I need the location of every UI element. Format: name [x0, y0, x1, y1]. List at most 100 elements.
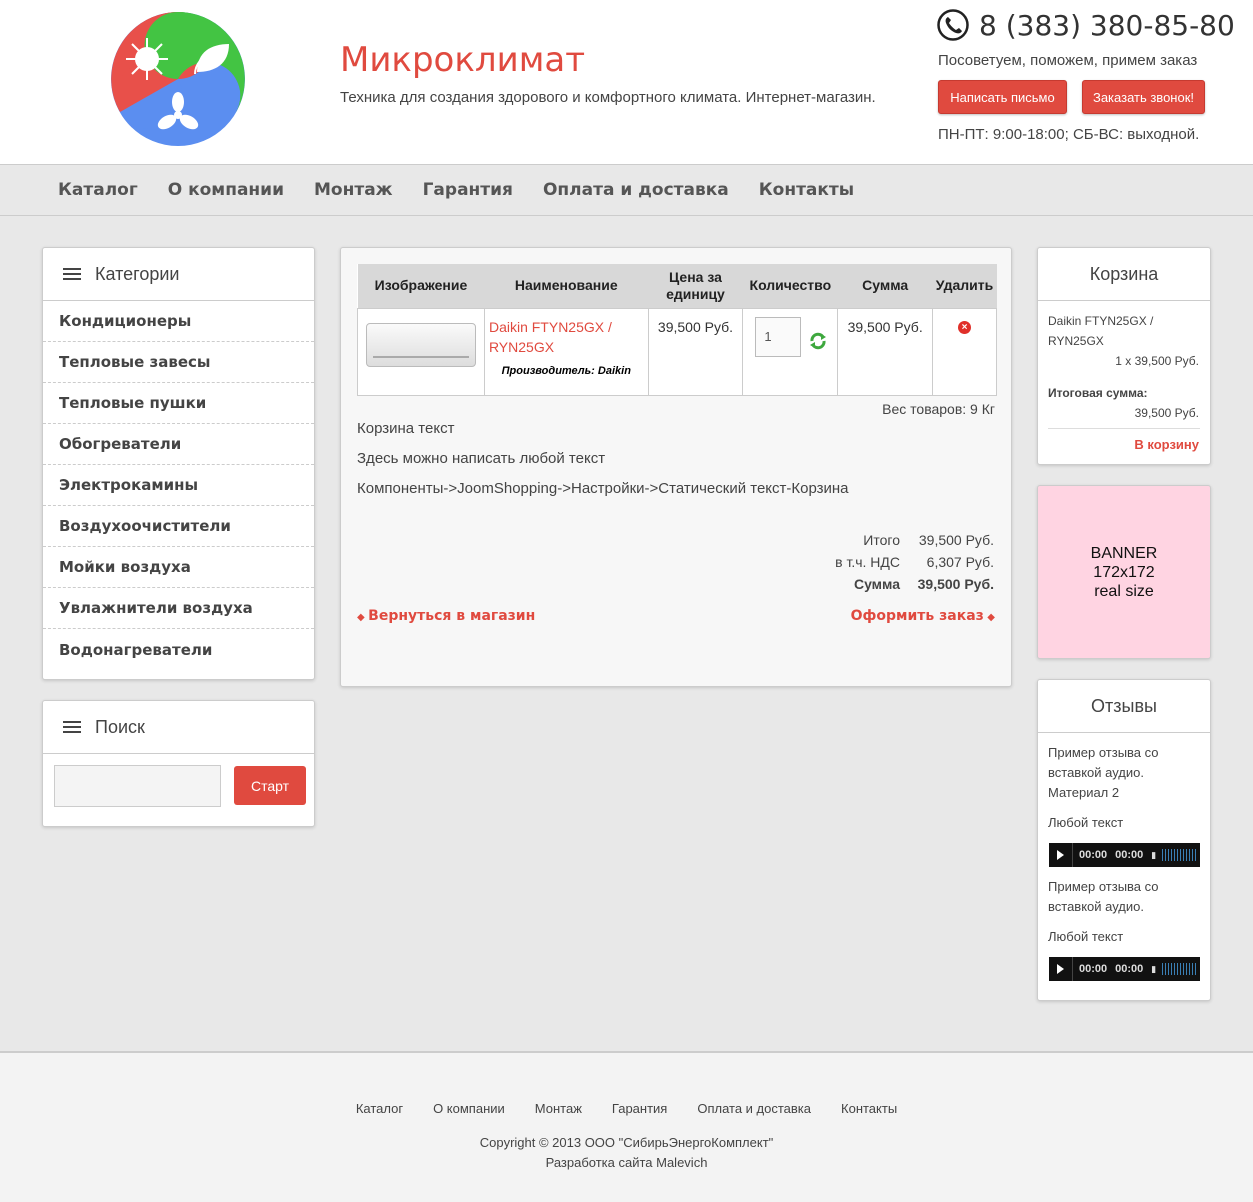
product-sum: 39,500 Руб.	[837, 307, 934, 396]
col-qty: Количество	[742, 264, 838, 308]
menu-icon	[63, 268, 81, 280]
banner-line: BANNER	[1090, 544, 1158, 562]
back-to-shop-label: Вернуться в магазин	[368, 608, 536, 624]
product-qty-cell: 1	[742, 307, 839, 396]
arrow-left-icon: ◆	[357, 612, 369, 623]
search-input[interactable]	[54, 765, 221, 807]
volume-slider[interactable]	[1162, 849, 1199, 861]
footer-nav: Каталог О компании Монтаж Гарантия Оплат…	[0, 1101, 1253, 1116]
minicart-total: 39,500 Руб.	[1134, 406, 1199, 420]
delete-cell: ×	[932, 307, 997, 396]
main-nav: Каталог О компании Монтаж Гарантия Оплат…	[0, 164, 1253, 216]
minicart-item: Daikin FTYN25GX / RYN25GX	[1048, 314, 1154, 348]
product-image-cell	[357, 307, 485, 396]
col-delete: Удалить	[932, 264, 997, 308]
write-letter-button[interactable]: Написать письмо	[938, 80, 1067, 114]
delete-icon[interactable]: ×	[958, 320, 971, 334]
current-time: 00:00	[1079, 963, 1108, 975]
volume-slider[interactable]	[1162, 963, 1199, 975]
search-button[interactable]: Старт	[234, 766, 306, 805]
go-to-cart-link[interactable]: В корзину	[1134, 435, 1199, 455]
review-title[interactable]: Пример отзыва со вставкой аудио. Материа…	[1048, 743, 1203, 803]
category-item[interactable]: Электрокамины	[43, 465, 314, 506]
audio-player: 00:00 00:00 ▮	[1049, 957, 1200, 981]
order-call-button[interactable]: Заказать звонок!	[1082, 80, 1205, 114]
volume-icon[interactable]: ▮	[1151, 964, 1156, 975]
search-panel: Поиск Старт	[42, 700, 315, 827]
site-title[interactable]: Микроклимат	[340, 40, 585, 80]
cart-table: Изображение Наименование Цена за единицу…	[357, 264, 997, 396]
cart-main: Изображение Наименование Цена за единицу…	[340, 247, 1012, 687]
category-item[interactable]: Мойки воздуха	[43, 547, 314, 588]
category-item[interactable]: Кондиционеры	[43, 301, 314, 342]
duration: 00:00	[1115, 963, 1144, 975]
divider	[1048, 428, 1200, 429]
menu-icon	[63, 721, 81, 733]
category-item[interactable]: Воздухоочистители	[43, 506, 314, 547]
play-icon[interactable]	[1057, 850, 1064, 860]
nav-item-installation[interactable]: Монтаж	[314, 180, 393, 200]
cart-weight: Вес товаров: 9 Кг	[882, 401, 995, 417]
category-item[interactable]: Водонагреватели	[43, 629, 314, 670]
divider	[1072, 957, 1073, 981]
minicart-panel: Корзина Daikin FTYN25GX / RYN25GX 1 x 39…	[1037, 247, 1211, 465]
reviews-header: Отзывы	[1038, 680, 1210, 733]
search-title: Поиск	[95, 716, 145, 737]
play-icon[interactable]	[1057, 964, 1064, 974]
arrow-right-icon: ◆	[983, 612, 995, 623]
col-price: Цена за единицу	[648, 264, 743, 308]
review-title[interactable]: Пример отзыва со вставкой аудио.	[1048, 877, 1203, 917]
vat-label: в т.ч. НДС	[835, 554, 900, 570]
table-row: Daikin FTYN25GX / RYN25GX Производитель:…	[357, 307, 997, 396]
reviews-panel: Отзывы Пример отзыва со вставкой аудио. …	[1037, 679, 1211, 1001]
col-image: Изображение	[357, 264, 485, 308]
total-value: 39,500 Руб.	[917, 576, 994, 592]
nav-item-payment[interactable]: Оплата и доставка	[543, 180, 729, 200]
category-item[interactable]: Тепловые пушки	[43, 383, 314, 424]
category-item[interactable]: Обогреватели	[43, 424, 314, 465]
quantity-input[interactable]: 1	[755, 316, 802, 357]
phone-block: 8 (383) 380-85-80	[937, 9, 1235, 42]
footer-nav-item[interactable]: Оплата и доставка	[697, 1101, 811, 1116]
copyright: Copyright © 2013 ООО "СибирьЭнергоКомпле…	[479, 1135, 774, 1150]
nav-item-about[interactable]: О компании	[168, 180, 284, 200]
footer-nav-item[interactable]: Каталог	[356, 1101, 403, 1116]
subtotal-value: 39,500 Руб.	[918, 532, 994, 548]
banner[interactable]: BANNER 172x172 real size	[1037, 485, 1211, 659]
reviews-title: Отзывы	[1091, 695, 1157, 716]
banner-line: 172x172	[1093, 563, 1155, 581]
refresh-icon[interactable]	[809, 332, 827, 350]
categories-title: Категории	[95, 263, 180, 284]
audio-player: 00:00 00:00 ▮	[1049, 843, 1200, 867]
product-price: 39,500 Руб.	[647, 307, 744, 396]
developer-credit[interactable]: Разработка сайта Malevich	[0, 1155, 1253, 1170]
minicart-total-label: Итоговая сумма:	[1048, 386, 1148, 400]
total-label: Сумма	[853, 576, 900, 592]
checkout-link[interactable]: Оформить заказ ◆	[851, 608, 995, 624]
footer: Каталог О компании Монтаж Гарантия Оплат…	[0, 1051, 1253, 1202]
footer-nav-item[interactable]: Гарантия	[612, 1101, 667, 1116]
product-image[interactable]	[366, 322, 476, 367]
minicart-title: Корзина	[1089, 263, 1159, 284]
volume-icon[interactable]: ▮	[1151, 850, 1156, 861]
product-name-link[interactable]: Daikin FTYN25GX / RYN25GX	[485, 309, 648, 357]
review-text: Любой текст	[1048, 815, 1124, 830]
minicart-header: Корзина	[1038, 248, 1210, 301]
search-header: Поиск	[43, 701, 314, 754]
back-to-shop-link[interactable]: ◆ Вернуться в магазин	[357, 608, 535, 624]
logo-icon[interactable]	[111, 12, 245, 146]
tagline: Посоветуем, поможем, примем заказ	[938, 52, 1198, 69]
header: Микроклимат Техника для создания здорово…	[0, 0, 1253, 164]
nav-item-warranty[interactable]: Гарантия	[423, 180, 513, 200]
current-time: 00:00	[1079, 849, 1108, 861]
category-item[interactable]: Тепловые завесы	[43, 342, 314, 383]
footer-nav-item[interactable]: Контакты	[841, 1101, 897, 1116]
review-text: Любой текст	[1048, 929, 1124, 944]
nav-item-catalog[interactable]: Каталог	[58, 180, 138, 200]
categories-header: Категории	[43, 248, 314, 301]
nav-item-contacts[interactable]: Контакты	[759, 180, 854, 200]
footer-nav-item[interactable]: Монтаж	[535, 1101, 582, 1116]
minicart-item-qty: 1 x 39,500 Руб.	[1115, 354, 1199, 368]
footer-nav-item[interactable]: О компании	[433, 1101, 505, 1116]
category-item[interactable]: Увлажнители воздуха	[43, 588, 314, 629]
